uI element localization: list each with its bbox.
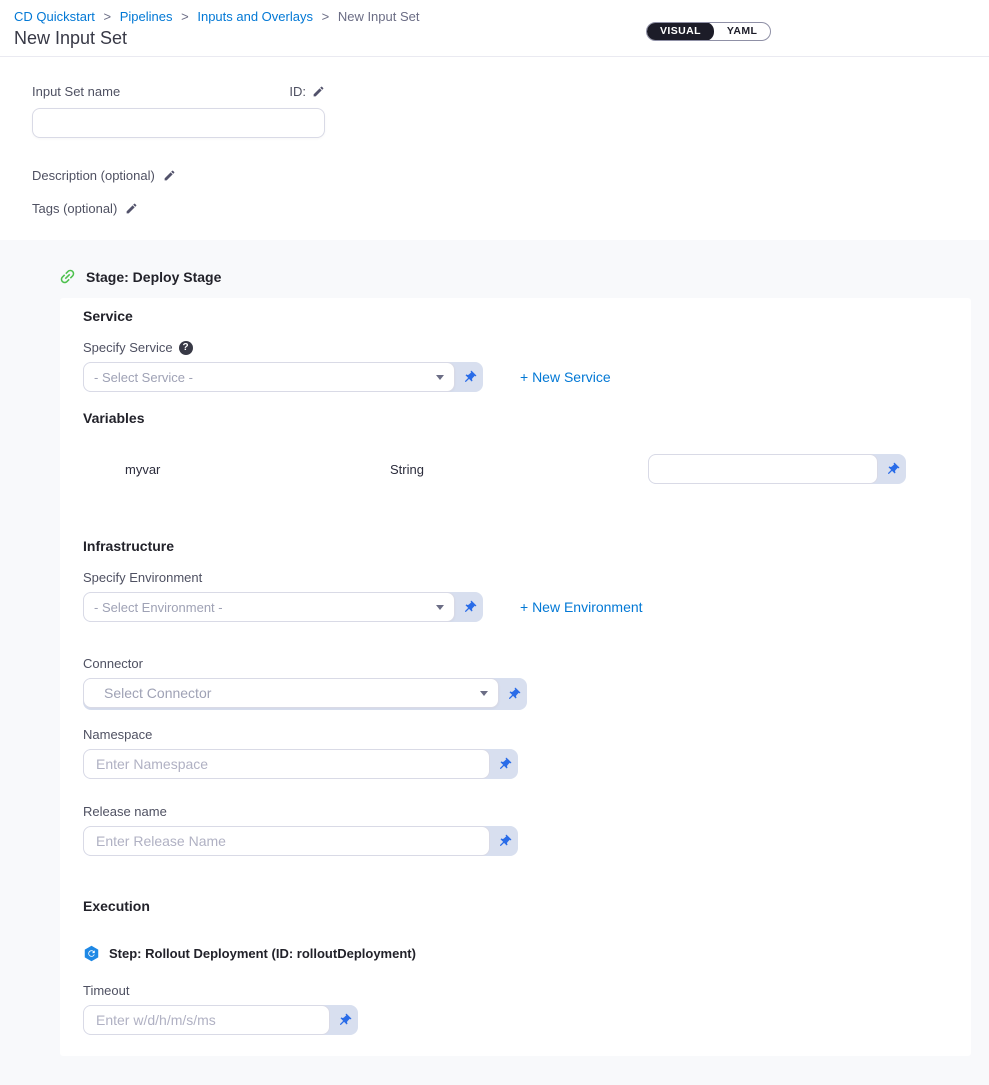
chevron-down-icon (436, 605, 444, 610)
namespace-input[interactable] (83, 749, 490, 779)
timeout-input-group (83, 1005, 358, 1035)
service-select-placeholder: - Select Service - (94, 370, 193, 385)
environment-select-placeholder: - Select Environment - (94, 600, 223, 615)
variable-value-group (648, 454, 906, 484)
breadcrumb-separator: > (104, 9, 112, 24)
edit-id-icon[interactable] (312, 85, 325, 98)
service-select[interactable]: - Select Service - (83, 362, 455, 392)
pin-icon (497, 757, 512, 772)
environment-select[interactable]: - Select Environment - (83, 592, 455, 622)
variable-type: String (390, 462, 648, 477)
connector-pin-button[interactable] (499, 678, 527, 710)
service-heading: Service (83, 308, 947, 324)
breadcrumb: CD Quickstart > Pipelines > Inputs and O… (14, 8, 989, 25)
environment-pin-button[interactable] (455, 592, 483, 622)
stage-header: Stage: Deploy Stage (0, 240, 989, 298)
page-title: New Input Set (14, 28, 989, 49)
pin-icon (497, 834, 512, 849)
tab-yaml[interactable]: YAML (714, 22, 770, 41)
release-pin-button[interactable] (490, 826, 518, 856)
input-set-name-field[interactable] (32, 108, 325, 138)
release-input-group (83, 826, 518, 856)
service-pin-button[interactable] (455, 362, 483, 392)
execution-heading: Execution (83, 898, 947, 914)
infrastructure-heading: Infrastructure (83, 538, 947, 554)
namespace-input-group (83, 749, 518, 779)
variables-heading: Variables (83, 410, 947, 426)
page-header: CD Quickstart > Pipelines > Inputs and O… (0, 0, 989, 57)
step-title: Step: Rollout Deployment (ID: rolloutDep… (109, 946, 416, 961)
pin-icon (885, 462, 900, 477)
chevron-down-icon (436, 375, 444, 380)
specify-service-label: Specify Service (83, 340, 173, 355)
connector-select-placeholder: Select Connector (104, 685, 211, 701)
chevron-down-icon (480, 691, 488, 696)
connector-label: Connector (83, 656, 143, 671)
release-name-label: Release name (83, 804, 167, 819)
rollout-step-icon (83, 945, 100, 962)
breadcrumb-separator: > (181, 9, 189, 24)
edit-description-icon[interactable] (163, 169, 176, 182)
new-service-link[interactable]: + New Service (520, 369, 611, 385)
description-label: Description (optional) (32, 168, 155, 183)
input-set-form: Input Set name ID: Description (optional… (0, 57, 989, 240)
help-icon[interactable]: ? (179, 341, 193, 355)
connector-select-group: Select Connector (83, 678, 527, 710)
namespace-label: Namespace (83, 727, 152, 742)
connector-select[interactable]: Select Connector (83, 678, 499, 708)
variable-value-input[interactable] (648, 454, 878, 484)
visual-yaml-toggle: VISUAL YAML (646, 22, 771, 41)
breadcrumb-separator: > (322, 9, 330, 24)
stage-card: Service Specify Service ? - Select Servi… (60, 298, 971, 1056)
name-label: Input Set name (32, 84, 120, 99)
stage-section: Stage: Deploy Stage Service Specify Serv… (0, 240, 989, 1085)
stage-link-icon (58, 267, 77, 286)
variable-name: myvar (125, 462, 390, 477)
stage-title: Stage: Deploy Stage (86, 269, 221, 285)
tab-visual[interactable]: VISUAL (647, 22, 714, 41)
specify-environment-label: Specify Environment (83, 570, 202, 585)
breadcrumb-link-pipelines[interactable]: Pipelines (120, 9, 173, 24)
id-label: ID: (289, 84, 306, 99)
namespace-pin-button[interactable] (490, 749, 518, 779)
pin-icon (462, 600, 477, 615)
environment-select-group: - Select Environment - (83, 592, 483, 622)
service-select-group: - Select Service - (83, 362, 483, 392)
step-header: Step: Rollout Deployment (ID: rolloutDep… (83, 945, 947, 962)
timeout-pin-button[interactable] (330, 1005, 358, 1035)
breadcrumb-link-inputs-overlays[interactable]: Inputs and Overlays (197, 9, 313, 24)
breadcrumb-link-cd-quickstart[interactable]: CD Quickstart (14, 9, 95, 24)
edit-tags-icon[interactable] (125, 202, 138, 215)
variable-pin-button[interactable] (878, 454, 906, 484)
tags-label: Tags (optional) (32, 201, 117, 216)
pin-icon (337, 1013, 352, 1028)
timeout-input[interactable] (83, 1005, 330, 1035)
pin-icon (506, 687, 521, 702)
release-name-input[interactable] (83, 826, 490, 856)
variable-row: myvar String (83, 454, 906, 484)
new-environment-link[interactable]: + New Environment (520, 599, 643, 615)
pin-icon (462, 370, 477, 385)
breadcrumb-current: New Input Set (338, 9, 420, 24)
timeout-label: Timeout (83, 983, 129, 998)
